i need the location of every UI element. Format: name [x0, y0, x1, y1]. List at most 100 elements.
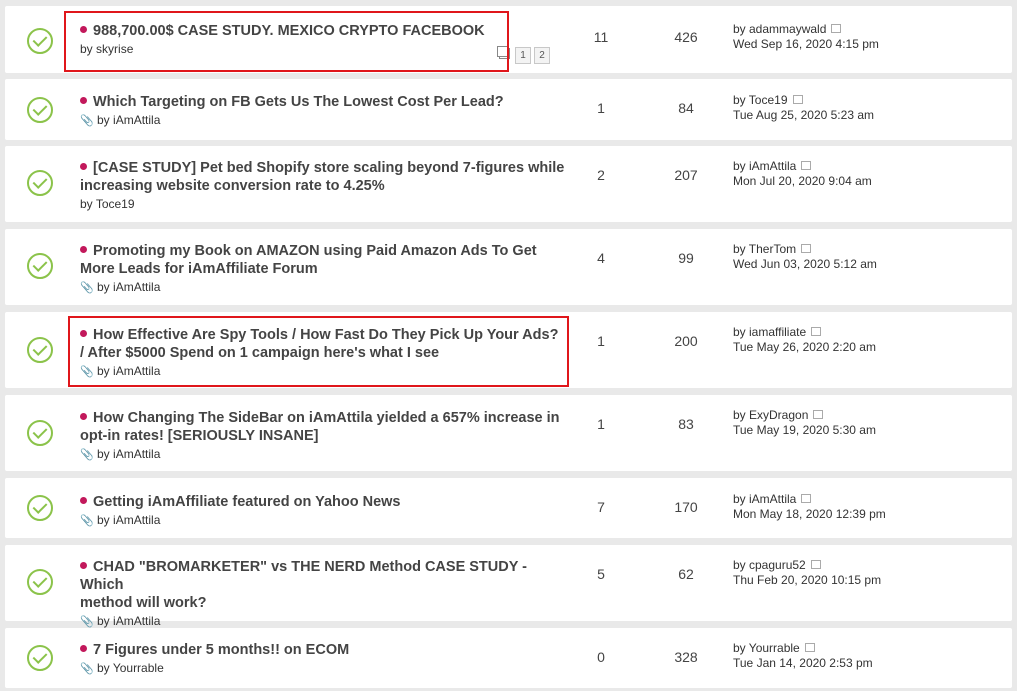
page-link-1[interactable]: 1 — [515, 47, 531, 64]
read-topic-check-icon — [27, 337, 53, 363]
topic-cell: How Changing The SideBar on iAmAttila yi… — [80, 409, 570, 463]
last-post-author[interactable]: by iamaffiliate — [733, 325, 806, 339]
last-post-author[interactable]: by ExyDragon — [733, 408, 808, 422]
author-link[interactable]: iAmAttila — [113, 280, 160, 294]
view-latest-post-icon[interactable] — [801, 161, 812, 170]
unread-dot-icon — [80, 413, 87, 420]
attachment-icon: 📎 — [80, 449, 94, 461]
last-post: by iamaffiliate Tue May 26, 2020 2:20 am — [733, 325, 876, 355]
replies-count: 0 — [597, 649, 605, 665]
replies-count: 1 — [597, 416, 605, 432]
last-post: by iAmAttila Mon Jul 20, 2020 9:04 am — [733, 159, 872, 189]
unread-dot-icon — [80, 97, 87, 104]
read-topic-check-icon — [27, 170, 53, 196]
replies-count: 11 — [593, 29, 609, 45]
last-post: by cpaguru52 Thu Feb 20, 2020 10:15 pm — [733, 558, 881, 588]
topic-cell: 7 Figures under 5 months!! on ECOM 📎 by Y… — [80, 641, 570, 677]
topic-title-link[interactable]: CHAD "BROMARKETER" vs THE NERD Method CA… — [80, 559, 527, 593]
attachment-icon: 📎 — [80, 282, 94, 294]
author-link[interactable]: Yourrable — [113, 661, 164, 675]
unread-dot-icon — [80, 497, 87, 504]
view-latest-post-icon[interactable] — [801, 244, 812, 253]
topic-title-link[interactable]: Getting iAmAffiliate featured on Yahoo N… — [93, 494, 401, 510]
view-latest-post-icon[interactable] — [804, 643, 815, 652]
last-post-time: Thu Feb 20, 2020 10:15 pm — [733, 573, 882, 587]
topic-cell: [CASE STUDY] Pet bed Shopify store scali… — [80, 159, 570, 212]
last-post: by Yourrable Tue Jan 14, 2020 2:53 pm — [733, 641, 873, 671]
topic-row: 7 Figures under 5 months!! on ECOM 📎 by Y… — [5, 628, 1012, 688]
last-post-author[interactable]: by iAmAttila — [733, 159, 796, 173]
topic-author: by Toce19 — [80, 197, 135, 211]
topic-title-link[interactable]: Promoting my Book on AMAZON using Paid A… — [93, 243, 537, 259]
topic-author: 📎 by iAmAttila — [80, 447, 161, 461]
replies-count: 7 — [597, 499, 605, 515]
last-post-time: Tue May 26, 2020 2:20 am — [733, 340, 876, 354]
attachment-icon: 📎 — [80, 663, 94, 675]
last-post: by iAmAttila Mon May 18, 2020 12:39 pm — [733, 492, 886, 522]
topic-cell: CHAD "BROMARKETER" vs THE NERD Method CA… — [80, 558, 570, 630]
topic-author: 📎 by iAmAttila — [80, 113, 161, 127]
last-post-time: Tue May 19, 2020 5:30 am — [733, 423, 876, 437]
view-latest-post-icon[interactable] — [811, 327, 822, 336]
views-count: 200 — [674, 333, 698, 349]
unread-dot-icon — [80, 163, 87, 170]
read-topic-check-icon — [27, 420, 53, 446]
unread-dot-icon — [80, 246, 87, 253]
topic-title-line2[interactable]: method will work? — [80, 594, 570, 612]
view-latest-post-icon[interactable] — [831, 24, 842, 33]
last-post-author[interactable]: by Yourrable — [733, 641, 800, 655]
view-latest-post-icon[interactable] — [813, 410, 824, 419]
views-count: 99 — [678, 250, 694, 266]
view-latest-post-icon[interactable] — [801, 494, 812, 503]
author-link[interactable]: iAmAttila — [113, 513, 160, 527]
last-post-author[interactable]: by cpaguru52 — [733, 558, 806, 572]
topic-row: Which Targeting on FB Gets Us The Lowest… — [5, 79, 1012, 140]
topic-author: 📎 by iAmAttila — [80, 513, 161, 527]
topic-title-link[interactable]: Which Targeting on FB Gets Us The Lowest… — [93, 94, 504, 110]
topic-title-line2[interactable]: opt-in rates! [SERIOUSLY INSANE] — [80, 427, 570, 445]
replies-count: 1 — [597, 333, 605, 349]
last-post-time: Tue Aug 25, 2020 5:23 am — [733, 108, 874, 122]
views-count: 170 — [674, 499, 698, 515]
last-post-time: Mon May 18, 2020 12:39 pm — [733, 507, 886, 521]
last-post-time: Tue Jan 14, 2020 2:53 pm — [733, 656, 873, 670]
read-topic-check-icon — [27, 253, 53, 279]
topic-row: CHAD "BROMARKETER" vs THE NERD Method CA… — [5, 545, 1012, 628]
view-latest-post-icon[interactable] — [810, 560, 821, 569]
topic-row: How Changing The SideBar on iAmAttila yi… — [5, 395, 1012, 471]
topic-title-line2[interactable]: increasing website conversion rate to 4.… — [80, 177, 570, 195]
topic-cell: Promoting my Book on AMAZON using Paid A… — [80, 242, 570, 296]
topic-title-link[interactable]: How Changing The SideBar on iAmAttila yi… — [93, 410, 560, 426]
views-count: 328 — [674, 649, 698, 665]
replies-count: 4 — [597, 250, 605, 266]
view-latest-post-icon[interactable] — [792, 95, 803, 104]
last-post-author[interactable]: by iAmAttila — [733, 492, 796, 506]
last-post-time: Wed Jun 03, 2020 5:12 am — [733, 257, 877, 271]
page-link-2[interactable]: 2 — [534, 47, 550, 64]
author-link[interactable]: Toce19 — [96, 197, 135, 211]
highlight-box — [68, 316, 569, 387]
read-topic-check-icon — [27, 28, 53, 54]
author-link[interactable]: iAmAttila — [113, 447, 160, 461]
topic-row: [CASE STUDY] Pet bed Shopify store scali… — [5, 146, 1012, 222]
last-post-author[interactable]: by Toce19 — [733, 93, 788, 107]
topic-title-link[interactable]: 7 Figures under 5 months!! on ECOM — [93, 642, 349, 658]
author-link[interactable]: iAmAttila — [113, 614, 160, 628]
last-post: by ExyDragon Tue May 19, 2020 5:30 am — [733, 408, 876, 438]
views-count: 84 — [678, 100, 694, 116]
read-topic-check-icon — [27, 645, 53, 671]
last-post-author[interactable]: by adammaywald — [733, 22, 826, 36]
topic-title-link[interactable]: [CASE STUDY] Pet bed Shopify store scali… — [93, 160, 564, 176]
author-link[interactable]: iAmAttila — [113, 113, 160, 127]
read-topic-check-icon — [27, 97, 53, 123]
attachment-icon: 📎 — [80, 515, 94, 527]
replies-count: 2 — [597, 167, 605, 183]
last-post-author[interactable]: by TherTom — [733, 242, 796, 256]
last-post: by Toce19 Tue Aug 25, 2020 5:23 am — [733, 93, 874, 123]
views-count: 62 — [678, 566, 694, 582]
topic-author: 📎 by Yourrable — [80, 661, 164, 675]
topic-row: Getting iAmAffiliate featured on Yahoo N… — [5, 478, 1012, 538]
topic-title-line2[interactable]: More Leads for iAmAffiliate Forum — [80, 260, 570, 278]
last-post-time: Mon Jul 20, 2020 9:04 am — [733, 174, 872, 188]
last-post-time: Wed Sep 16, 2020 4:15 pm — [733, 37, 879, 51]
